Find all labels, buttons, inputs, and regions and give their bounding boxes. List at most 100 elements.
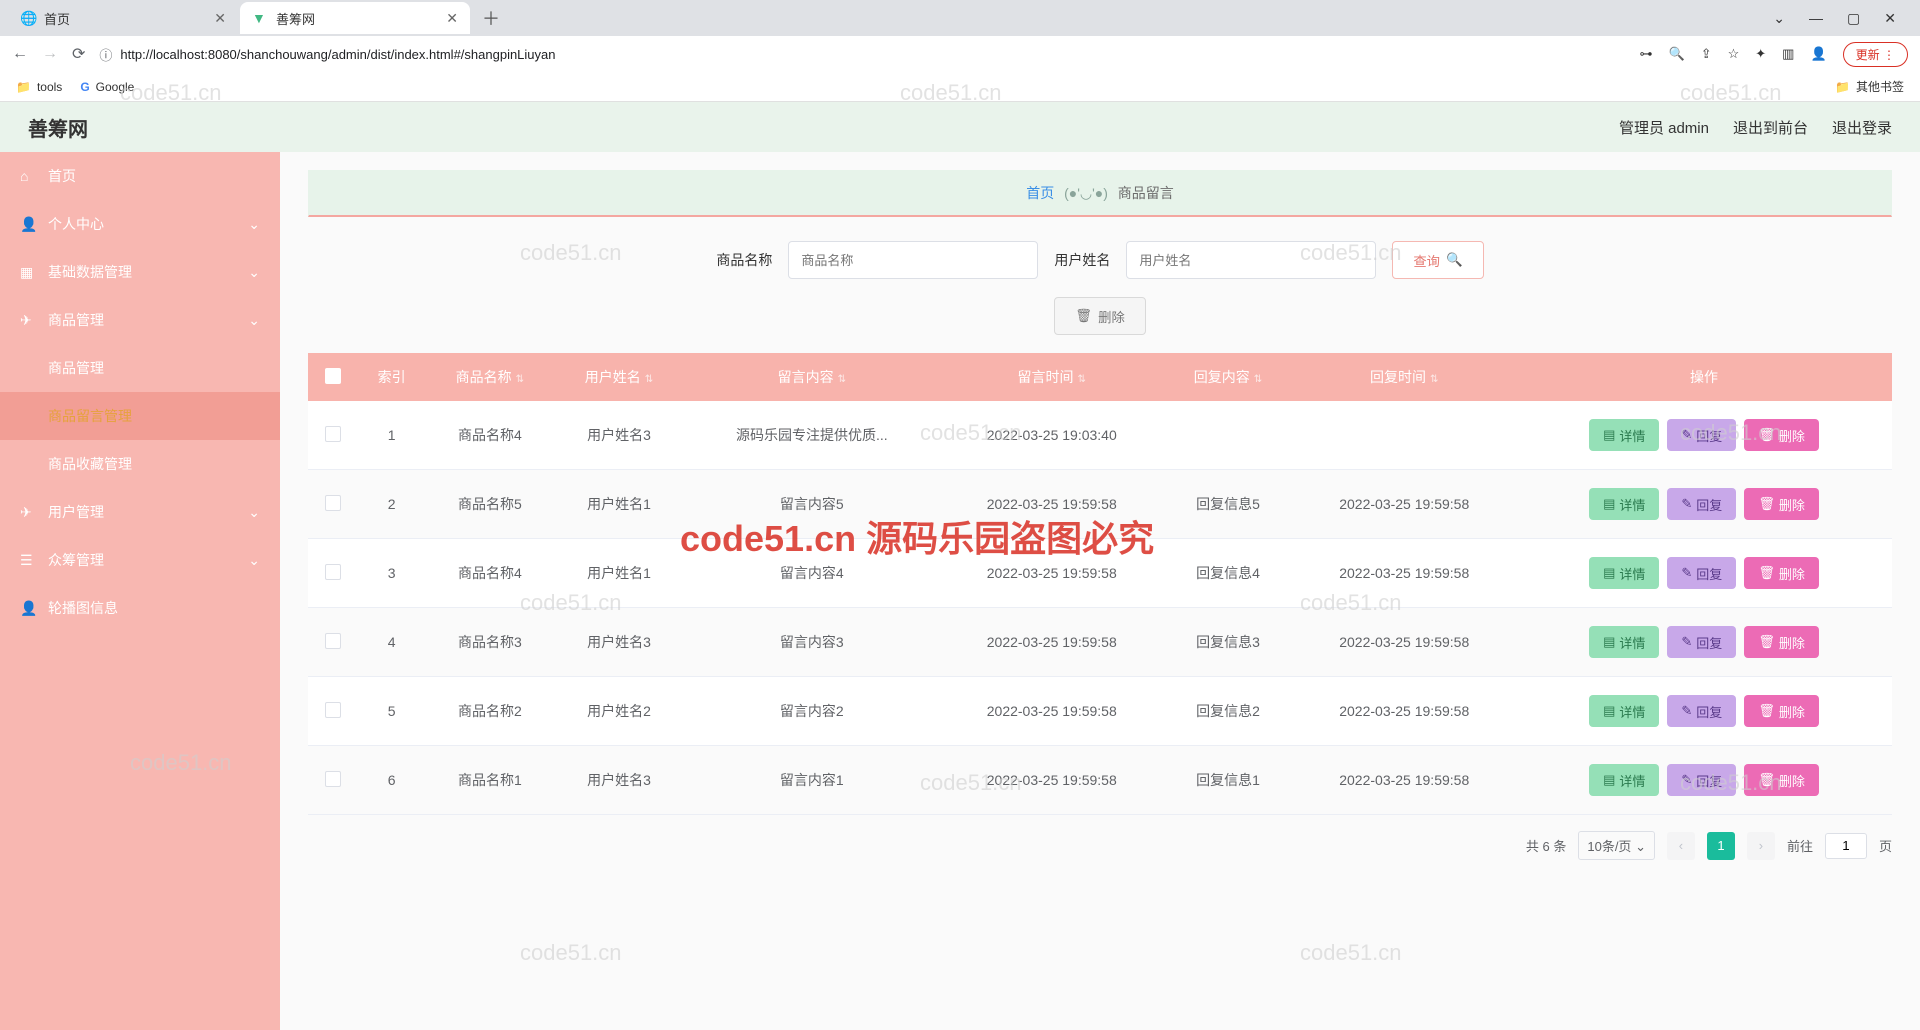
minimize-button[interactable]: — <box>1809 10 1823 27</box>
page-size-select[interactable]: 10条/页 ⌄ <box>1578 831 1655 860</box>
sidebar-item-8[interactable]: ☰众筹管理⌄ <box>0 536 280 584</box>
sidebar-item-7[interactable]: ✈用户管理⌄ <box>0 488 280 536</box>
reply-button[interactable]: ✎回复 <box>1667 764 1736 796</box>
reply-button[interactable]: ✎回复 <box>1667 557 1736 589</box>
goto-page-input[interactable] <box>1825 833 1867 859</box>
reply-button[interactable]: ✎回复 <box>1667 419 1736 451</box>
cell-product: 商品名称2 <box>425 677 554 746</box>
maximize-button[interactable]: ▢ <box>1847 10 1860 27</box>
trash-icon: 🗑 <box>1758 634 1775 650</box>
reply-button[interactable]: ✎回复 <box>1667 488 1736 520</box>
sidebar-item-1[interactable]: 👤个人中心⌄ <box>0 200 280 248</box>
sidebar-item-4[interactable]: 商品管理 <box>0 344 280 392</box>
next-page-button[interactable]: › <box>1747 832 1775 860</box>
row-checkbox[interactable] <box>325 495 341 511</box>
app-header: 善筹网 管理员 admin 退出到前台 退出登录 <box>0 102 1920 152</box>
col-header[interactable]: 回复时间⇅ <box>1293 353 1516 401</box>
star-icon[interactable]: ☆ <box>1728 46 1740 62</box>
sidebar-item-2[interactable]: ▦基础数据管理⌄ <box>0 248 280 296</box>
sidebar-item-3[interactable]: ✈商品管理⌄ <box>0 296 280 344</box>
detail-button[interactable]: ▤详情 <box>1589 419 1659 451</box>
key-icon[interactable]: ⊶ <box>1640 46 1653 62</box>
table-row: 2商品名称5用户姓名1留言内容52022-03-25 19:59:58回复信息5… <box>308 470 1892 539</box>
delete-button[interactable]: 🗑删除 <box>1744 488 1819 520</box>
logout-link[interactable]: 退出登录 <box>1832 117 1892 138</box>
cell-msg: 留言内容3 <box>684 608 941 677</box>
delete-button[interactable]: 🗑删除 <box>1744 626 1819 658</box>
delete-button[interactable]: 🗑删除 <box>1744 764 1819 796</box>
close-icon[interactable]: ✕ <box>446 10 458 27</box>
cell-msg-time: 2022-03-25 19:03:40 <box>940 401 1163 470</box>
update-button[interactable]: 更新 ⋮ <box>1843 42 1908 67</box>
bookmark-tools[interactable]: 📁tools <box>16 80 62 94</box>
col-header[interactable]: 留言内容⇅ <box>684 353 941 401</box>
profile-icon[interactable]: 👤 <box>1810 46 1826 62</box>
panel-icon[interactable]: ▥ <box>1782 46 1794 62</box>
cell-index: 4 <box>358 608 425 677</box>
doc-icon: ▤ <box>1603 496 1615 512</box>
row-checkbox[interactable] <box>325 426 341 442</box>
select-all-checkbox[interactable] <box>325 368 341 384</box>
reply-button[interactable]: ✎回复 <box>1667 695 1736 727</box>
extensions-icon[interactable]: ✦ <box>1755 46 1766 62</box>
reply-button[interactable]: ✎回复 <box>1667 626 1736 658</box>
detail-button[interactable]: ▤详情 <box>1589 488 1659 520</box>
trash-icon: 🗑 <box>1758 427 1775 443</box>
sidebar-item-9[interactable]: 👤轮播图信息 <box>0 584 280 632</box>
breadcrumb-home[interactable]: 首页 <box>1026 185 1054 201</box>
delete-button[interactable]: 🗑删除 <box>1744 695 1819 727</box>
col-header[interactable]: 商品名称⇅ <box>425 353 554 401</box>
pagination: 共 6 条 10条/页 ⌄ ‹ 1 › 前往 页 <box>308 831 1892 860</box>
row-checkbox[interactable] <box>325 633 341 649</box>
col-header[interactable]: 留言时间⇅ <box>940 353 1163 401</box>
forward-icon[interactable]: → <box>42 45 58 63</box>
cell-msg: 留言内容5 <box>684 470 941 539</box>
grid-icon: ▦ <box>20 264 36 281</box>
delete-button[interactable]: 🗑删除 <box>1744 419 1819 451</box>
share-icon[interactable]: ⇪ <box>1701 46 1712 62</box>
goto-front-link[interactable]: 退出到前台 <box>1733 117 1808 138</box>
back-icon[interactable]: ← <box>12 45 28 63</box>
detail-button[interactable]: ▤详情 <box>1589 764 1659 796</box>
row-checkbox[interactable] <box>325 702 341 718</box>
dropdown-icon[interactable]: ⌄ <box>1773 10 1785 27</box>
sidebar-item-5[interactable]: 商品留言管理 <box>0 392 280 440</box>
close-icon[interactable]: ✕ <box>214 10 226 27</box>
cell-index: 2 <box>358 470 425 539</box>
user-name-input[interactable] <box>1126 241 1376 279</box>
doc-icon: ▤ <box>1603 703 1615 719</box>
cell-index: 5 <box>358 677 425 746</box>
zoom-icon[interactable]: 🔍 <box>1669 46 1685 62</box>
app-logo: 善筹网 <box>28 113 88 142</box>
cell-index: 6 <box>358 746 425 815</box>
prev-page-button[interactable]: ‹ <box>1667 832 1695 860</box>
detail-button[interactable]: ▤详情 <box>1589 695 1659 727</box>
url-text: http://localhost:8080/shanchouwang/admin… <box>120 47 555 62</box>
detail-button[interactable]: ▤详情 <box>1589 626 1659 658</box>
cell-reply-time: 2022-03-25 19:59:58 <box>1293 608 1516 677</box>
sidebar-item-0[interactable]: ⌂首页 <box>0 152 280 200</box>
close-window-button[interactable]: ✕ <box>1884 10 1896 27</box>
delete-button[interactable]: 🗑删除 <box>1744 557 1819 589</box>
row-checkbox[interactable] <box>325 771 341 787</box>
product-name-input[interactable] <box>788 241 1038 279</box>
browser-tab-1[interactable]: ▼ 善筹网 ✕ <box>240 2 470 34</box>
sidebar-item-6[interactable]: 商品收藏管理 <box>0 440 280 488</box>
detail-button[interactable]: ▤详情 <box>1589 557 1659 589</box>
col-header[interactable]: 回复内容⇅ <box>1163 353 1292 401</box>
admin-label[interactable]: 管理员 admin <box>1619 117 1709 138</box>
query-button[interactable]: 查询🔍 <box>1392 241 1483 279</box>
col-header[interactable]: 用户姓名⇅ <box>554 353 683 401</box>
cell-reply-time: 2022-03-25 19:59:58 <box>1293 746 1516 815</box>
browser-tab-0[interactable]: 🌐 首页 ✕ <box>8 2 238 34</box>
sort-icon: ⇅ <box>645 374 653 385</box>
delete-selected-button[interactable]: 🗑删除 <box>1054 297 1146 335</box>
reload-icon[interactable]: ⟳ <box>72 44 85 64</box>
bookmark-google[interactable]: GGoogle <box>80 80 134 94</box>
row-checkbox[interactable] <box>325 564 341 580</box>
url-box[interactable]: ⓘ http://localhost:8080/shanchouwang/adm… <box>99 45 1625 64</box>
list-icon: ☰ <box>20 552 36 569</box>
page-1-button[interactable]: 1 <box>1707 832 1735 860</box>
bookmark-other[interactable]: 📁其他书签 <box>1835 78 1904 95</box>
add-tab-button[interactable]: ＋ <box>472 5 510 31</box>
